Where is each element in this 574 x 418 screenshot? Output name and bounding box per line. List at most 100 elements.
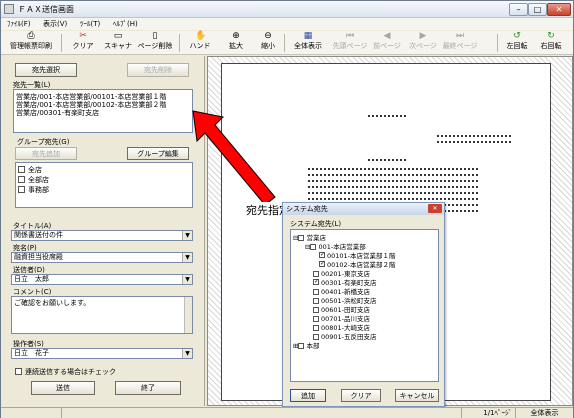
toolbar: ⎙ 管理帳票印刷 ✂ クリア ▭ スキャナ ▯ ページ削除 ✋ ハンド ⊕ 拡大… — [1, 31, 573, 55]
toolbar-separator — [61, 34, 62, 52]
first-page-icon: ⏮ — [345, 31, 355, 41]
printer-icon: ⎙ — [27, 31, 35, 41]
chevron-down-icon[interactable]: ▼ — [182, 349, 192, 358]
page-text-line — [308, 168, 478, 170]
sender-combo[interactable]: 日立 太郎 ▼ — [11, 274, 193, 285]
page-text-line — [308, 180, 478, 182]
page-text-line — [437, 141, 512, 143]
fax-send-window: ＦＡＸ送信画面 – □ ✕ ﾌｧｲﾙ(F) 表示(V) ﾂｰﾙ(T) ﾍﾙﾌﾟ(… — [0, 0, 574, 418]
group-list[interactable]: 全店 全部店 事務部 — [15, 162, 193, 208]
menu-view[interactable]: 表示(V) — [43, 19, 67, 29]
scrollbar[interactable] — [184, 297, 192, 333]
checkbox[interactable] — [313, 279, 319, 285]
checkbox[interactable] — [319, 252, 325, 258]
dialog-close-button[interactable]: ✕ — [428, 204, 442, 213]
checkbox[interactable] — [298, 343, 305, 349]
select-recipient-button[interactable]: 宛先選択 — [15, 63, 77, 77]
dialog-list-label: システム宛先(L) — [290, 220, 342, 228]
page-text-line — [368, 115, 408, 117]
checkbox[interactable] — [310, 244, 317, 250]
checkbox[interactable] — [18, 186, 25, 193]
chevron-down-icon[interactable]: ▼ — [182, 231, 192, 240]
checkbox[interactable] — [319, 261, 325, 267]
menu-help[interactable]: ﾍﾙﾌﾟ(H) — [113, 19, 138, 29]
maximize-button[interactable]: □ — [528, 3, 547, 16]
rotate-right-button[interactable]: ↻ 右回転 — [538, 32, 564, 54]
dialog-clear-button[interactable]: クリア — [341, 389, 381, 402]
toolbar-separator — [497, 34, 498, 52]
delete-page-icon: ▯ — [152, 31, 158, 41]
scissors-icon: ✂ — [79, 31, 87, 41]
continuous-send-option[interactable]: 連続送信する場合はチェック — [15, 367, 116, 377]
page-text-line — [308, 198, 478, 200]
minimize-button[interactable]: – — [509, 3, 528, 16]
recipient-list[interactable]: 営業店/001-本店営業部/00101-本店営業部１階 営業店/001-本店営業… — [13, 89, 193, 133]
group-item[interactable]: 事務部 — [18, 185, 49, 195]
page-text-line — [308, 192, 478, 194]
add-group-recipient-button[interactable]: 宛先追加 — [15, 147, 77, 160]
continuous-send-checkbox[interactable] — [15, 368, 22, 375]
fit-page-icon: ▦ — [303, 31, 313, 41]
print-report-button[interactable]: ⎙ 管理帳票印刷 — [7, 32, 55, 54]
menu-file[interactable]: ﾌｧｲﾙ(F) — [7, 19, 31, 29]
scanner-button[interactable]: ▭ スキャナ — [101, 32, 135, 54]
app-icon — [4, 4, 14, 14]
settings-panel: 宛先選択 宛先削除 宛先一覧(L) 営業店/001-本店営業部/00101-本店… — [1, 56, 205, 406]
menu-bar: ﾌｧｲﾙ(F) 表示(V) ﾂｰﾙ(T) ﾍﾙﾌﾟ(H) — [1, 18, 573, 30]
title-combo[interactable]: 関係書送付の件 ▼ — [11, 230, 193, 241]
tree-node[interactable]: ⊞ 本部 — [293, 340, 319, 350]
zoom-out-button[interactable]: ⊖ 縮小 — [259, 32, 277, 54]
delete-page-button[interactable]: ▯ ページ削除 — [137, 32, 173, 54]
last-page-button[interactable]: ⏭ 最終ページ — [441, 32, 479, 54]
status-cell — [61, 408, 461, 418]
next-page-button[interactable]: ▶ 次ページ — [407, 32, 439, 54]
dialog-title: システム宛先 — [283, 203, 444, 215]
prev-page-button[interactable]: ◀ 前ページ — [371, 32, 403, 54]
hand-icon: ✋ — [195, 31, 207, 41]
tree-node[interactable]: 00901-五反田支店 — [313, 331, 377, 341]
toolbar-separator — [284, 34, 285, 52]
recipient-tree[interactable]: ⊟営業店 ⊟001-本店営業部 00101-本店営業部１階 00102-本店営業… — [290, 229, 439, 382]
chevron-down-icon[interactable]: ▼ — [182, 275, 192, 284]
close-button[interactable]: ✕ — [547, 3, 571, 16]
recipient-item[interactable]: 営業店/00301-有楽町支店 — [16, 108, 99, 118]
checkbox[interactable] — [298, 235, 305, 241]
annotation-arrow — [192, 110, 276, 206]
group-item[interactable]: 全部店 — [18, 175, 49, 185]
title-bar: ＦＡＸ送信画面 – □ ✕ — [1, 1, 573, 18]
edit-group-button[interactable]: グループ編集 — [127, 147, 189, 160]
zoom-in-button[interactable]: ⊕ 拡大 — [227, 32, 245, 54]
arrow-shape — [192, 110, 276, 206]
system-recipient-dialog: システム宛先 ✕ システム宛先(L) ⊟営業店 ⊟001-本店営業部 00101… — [282, 202, 445, 407]
status-cell — [1, 408, 61, 418]
dialog-cancel-button[interactable]: キャンセル — [395, 389, 439, 402]
menu-tools[interactable]: ﾂｰﾙ(T) — [80, 19, 100, 29]
view-mode: 全体表示 — [515, 408, 573, 418]
dialog-add-button[interactable]: 追加 — [290, 389, 326, 402]
operator-combo[interactable]: 日立 花子 ▼ — [11, 348, 193, 359]
page-indicator: 1/1ﾍﾟｰｼﾞ — [461, 408, 515, 418]
send-button[interactable]: 送信 — [31, 381, 95, 395]
zoom-out-icon: ⊖ — [264, 31, 272, 41]
rotate-left-icon: ↺ — [513, 31, 521, 41]
clear-button[interactable]: ✂ クリア — [69, 32, 97, 54]
page-text-line — [437, 135, 512, 137]
last-page-icon: ⏭ — [455, 31, 465, 41]
group-item[interactable]: 全店 — [18, 165, 42, 175]
checkbox[interactable] — [18, 166, 25, 173]
comment-textarea[interactable]: ご確認をお願いします。 — [11, 296, 193, 334]
prev-page-icon: ◀ — [383, 31, 391, 41]
window-title: ＦＡＸ送信画面 — [18, 5, 74, 14]
exit-button[interactable]: 終了 — [115, 381, 181, 395]
fit-page-button[interactable]: ▦ 全体表示 — [291, 32, 325, 54]
chevron-down-icon[interactable]: ▼ — [182, 253, 192, 262]
first-page-button[interactable]: ⏮ 先頭ページ — [331, 32, 369, 54]
group-list-label: グループ宛先(G) — [17, 138, 70, 146]
rotate-left-button[interactable]: ↺ 左回転 — [504, 32, 530, 54]
next-page-icon: ▶ — [419, 31, 427, 41]
hand-button[interactable]: ✋ ハンド — [187, 32, 213, 54]
rotate-right-icon: ↻ — [547, 31, 555, 41]
addressee-combo[interactable]: 融資担当役席殿 ▼ — [11, 252, 193, 263]
checkbox[interactable] — [18, 176, 25, 183]
delete-recipient-button[interactable]: 宛先削除 — [127, 63, 189, 77]
